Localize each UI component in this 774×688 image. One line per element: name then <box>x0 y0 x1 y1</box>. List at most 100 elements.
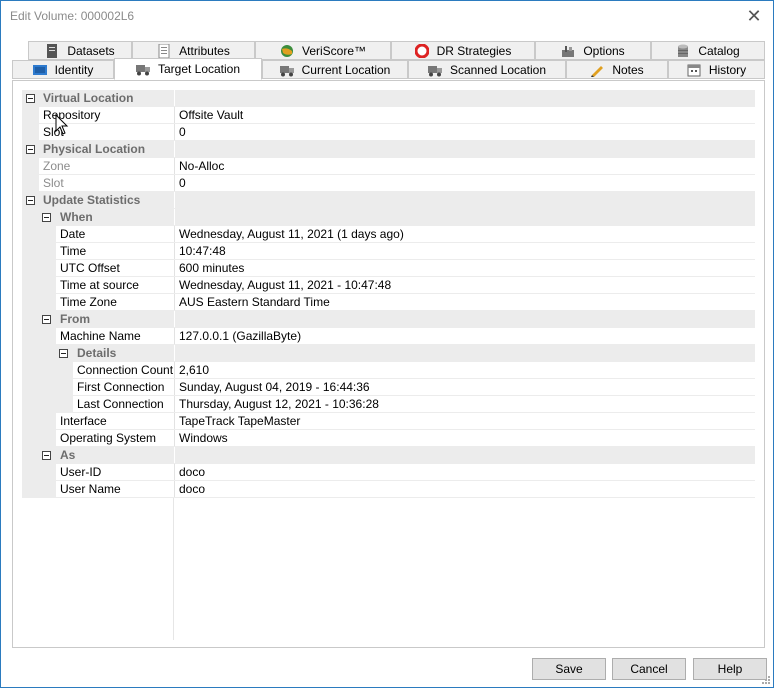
collapse-icon[interactable] <box>42 315 51 324</box>
category-update-statistics[interactable]: Update Statistics <box>22 192 755 209</box>
tools-icon <box>561 44 575 58</box>
property-value-time-zone[interactable]: AUS Eastern Standard Time <box>174 294 755 310</box>
property-row-repository[interactable]: Repository Offsite Vault <box>22 107 755 124</box>
collapse-icon[interactable] <box>59 349 68 358</box>
property-row-utc-offset[interactable]: UTC Offset 600 minutes <box>22 260 755 277</box>
property-value-operating-system[interactable]: Windows <box>174 430 755 446</box>
property-name: Operating System <box>56 430 174 446</box>
list-icon <box>157 43 171 58</box>
property-value-machine-name[interactable]: 127.0.0.1 (GazillaByte) <box>174 328 755 344</box>
tab-label: Current Location <box>301 62 391 77</box>
property-row-time-zone[interactable]: Time Zone AUS Eastern Standard Time <box>22 294 755 311</box>
tape-icon <box>32 63 47 77</box>
category-details[interactable]: Details <box>22 345 755 362</box>
property-row-operating-system[interactable]: Operating System Windows <box>22 430 755 447</box>
category-label: Physical Location <box>39 141 174 157</box>
property-name: Machine Name <box>56 328 174 344</box>
tab-label: Catalog <box>698 43 740 58</box>
tab-veriscore[interactable]: VeriScore™ <box>255 41 391 60</box>
tab-history[interactable]: History <box>668 60 765 79</box>
property-row-user-id[interactable]: User-ID doco <box>22 464 755 481</box>
cancel-button[interactable]: Cancel <box>612 658 686 680</box>
truck-icon <box>279 63 294 77</box>
truck-icon <box>135 62 150 76</box>
property-name: Connection Count <box>73 362 174 378</box>
window-title: Edit Volume: 000002L6 <box>10 9 135 23</box>
calendar-icon <box>687 63 701 77</box>
close-icon[interactable]: ✕ <box>739 3 769 29</box>
category-when[interactable]: When <box>22 209 755 226</box>
category-label: From <box>56 311 174 327</box>
property-value-physical-slot[interactable]: 0 <box>174 175 755 191</box>
truck-icon <box>427 63 442 77</box>
property-name: UTC Offset <box>56 260 174 276</box>
property-row-date[interactable]: Date Wednesday, August 11, 2021 (1 days … <box>22 226 755 243</box>
tab-current-location[interactable]: Current Location <box>262 60 408 79</box>
collapse-icon[interactable] <box>42 451 51 460</box>
collapse-icon[interactable] <box>26 94 35 103</box>
property-name: Time <box>56 243 174 259</box>
pencil-icon <box>590 63 604 77</box>
property-row-machine-name[interactable]: Machine Name 127.0.0.1 (GazillaByte) <box>22 328 755 345</box>
category-from[interactable]: From <box>22 311 755 328</box>
collapse-icon[interactable] <box>42 213 51 222</box>
collapse-icon[interactable] <box>26 196 35 205</box>
tab-label: Target Location <box>157 62 241 76</box>
property-value-time[interactable]: 10:47:48 <box>174 243 755 259</box>
property-name: User-ID <box>56 464 174 480</box>
property-row-zone[interactable]: Zone No-Alloc <box>22 158 755 175</box>
property-row-time-at-source[interactable]: Time at source Wednesday, August 11, 202… <box>22 277 755 294</box>
property-value-slot[interactable]: 0 <box>174 124 755 140</box>
tab-label: Datasets <box>67 43 115 58</box>
property-row-first-connection[interactable]: First Connection Sunday, August 04, 2019… <box>22 379 755 396</box>
tab-label: DR Strategies <box>436 43 512 58</box>
property-row-last-connection[interactable]: Last Connection Thursday, August 12, 202… <box>22 396 755 413</box>
database-icon <box>676 44 690 58</box>
tab-scanned-location[interactable]: Scanned Location <box>408 60 566 79</box>
property-row-interface[interactable]: Interface TapeTrack TapeMaster <box>22 413 755 430</box>
property-value-zone[interactable]: No-Alloc <box>174 158 755 174</box>
title-bar: Edit Volume: 000002L6 ✕ <box>1 1 773 32</box>
property-name: First Connection <box>73 379 174 395</box>
save-button[interactable]: Save <box>532 658 606 680</box>
tab-strip: Datasets Attributes VeriScore™ DR Strate… <box>12 41 765 81</box>
tab-label: Options <box>583 43 625 58</box>
tab-catalog[interactable]: Catalog <box>651 41 765 60</box>
resize-grip-icon[interactable] <box>761 675 771 685</box>
tab-options[interactable]: Options <box>535 41 651 60</box>
category-physical-location[interactable]: Physical Location <box>22 141 755 158</box>
category-as[interactable]: As <box>22 447 755 464</box>
tab-target-location[interactable]: Target Location <box>114 58 262 80</box>
help-button[interactable]: Help <box>693 658 767 680</box>
property-name: Last Connection <box>73 396 174 412</box>
property-value-date[interactable]: Wednesday, August 11, 2021 (1 days ago) <box>174 226 755 242</box>
property-value-first-connection[interactable]: Sunday, August 04, 2019 - 16:44:36 <box>174 379 755 395</box>
edit-volume-window: Edit Volume: 000002L6 ✕ Datasets Attribu… <box>0 0 774 688</box>
property-row-physical-slot[interactable]: Slot 0 <box>22 175 755 192</box>
property-value-user-name[interactable]: doco <box>174 481 755 497</box>
tab-dr-strategies[interactable]: DR Strategies <box>391 41 535 60</box>
property-value-repository[interactable]: Offsite Vault <box>174 107 755 123</box>
tab-label: Notes <box>612 62 644 77</box>
document-icon <box>45 43 59 58</box>
tab-label: VeriScore™ <box>301 43 367 58</box>
property-value-user-id[interactable]: doco <box>174 464 755 480</box>
tab-identity[interactable]: Identity <box>12 60 114 79</box>
property-row-slot[interactable]: Slot 0 <box>22 124 755 141</box>
target-location-panel: Virtual Location Repository Offsite Vaul… <box>12 80 765 648</box>
category-virtual-location[interactable]: Virtual Location <box>22 90 755 107</box>
property-row-time[interactable]: Time 10:47:48 <box>22 243 755 260</box>
tab-notes[interactable]: Notes <box>566 60 668 79</box>
property-row-connection-count[interactable]: Connection Count 2,610 <box>22 362 755 379</box>
property-value-last-connection[interactable]: Thursday, August 12, 2021 - 10:36:28 <box>174 396 755 412</box>
property-value-connection-count[interactable]: 2,610 <box>174 362 755 378</box>
collapse-icon[interactable] <box>26 145 35 154</box>
property-value-utc-offset[interactable]: 600 minutes <box>174 260 755 276</box>
property-name: Slot <box>39 175 174 191</box>
tab-label: History <box>708 62 747 77</box>
property-row-user-name[interactable]: User Name doco <box>22 481 755 498</box>
lifebuoy-icon <box>414 43 430 58</box>
property-value-time-at-source[interactable]: Wednesday, August 11, 2021 - 10:47:48 <box>174 277 755 293</box>
property-value-interface[interactable]: TapeTrack TapeMaster <box>174 413 755 429</box>
property-name: Time at source <box>56 277 174 293</box>
